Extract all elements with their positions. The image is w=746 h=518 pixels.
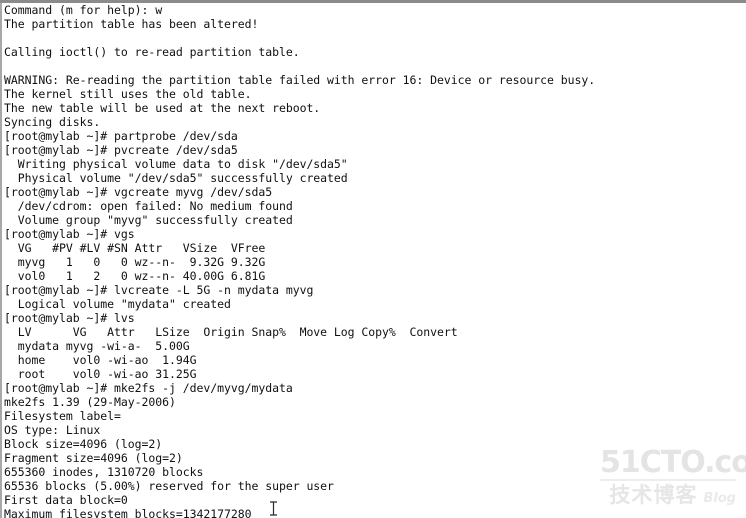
terminal-line: Calling ioctl() to re-read partition tab… bbox=[4, 45, 300, 59]
terminal-line: Block size=4096 (log=2) bbox=[4, 437, 163, 451]
terminal-line: [root@mylab ~]# partprobe /dev/sda bbox=[4, 129, 238, 143]
terminal-line: Fragment size=4096 (log=2) bbox=[4, 451, 183, 465]
terminal-window[interactable]: Command (m for help): w The partition tab… bbox=[0, 0, 746, 518]
terminal-line: OS type: Linux bbox=[4, 423, 101, 437]
terminal-line: mke2fs 1.39 (29-May-2006) bbox=[4, 395, 176, 409]
terminal-line: LV VG Attr LSize Origin Snap% Move Log C… bbox=[4, 325, 458, 339]
terminal-line: [root@mylab ~]# lvcreate -L 5G -n mydata… bbox=[4, 283, 314, 297]
window-left-border bbox=[0, 3, 2, 518]
terminal-line: mydata myvg -wi-a- 5.00G bbox=[4, 339, 190, 353]
terminal-line: VG #PV #LV #SN Attr VSize VFree bbox=[4, 241, 266, 255]
terminal-line: Syncing disks. bbox=[4, 115, 101, 129]
terminal-line: Command (m for help): w bbox=[4, 3, 163, 17]
terminal-line: WARNING: Re-reading the partition table … bbox=[4, 73, 596, 87]
terminal-line: [root@mylab ~]# vgs bbox=[4, 227, 135, 241]
terminal-line: [root@mylab ~]# mke2fs -j /dev/myvg/myda… bbox=[4, 381, 293, 395]
terminal-line: vol0 1 2 0 wz--n- 40.00G 6.81G bbox=[4, 269, 266, 283]
terminal-line: Maximum filesystem blocks=1342177280 bbox=[4, 507, 252, 518]
terminal-line: /dev/cdrom: open failed: No medium found bbox=[4, 199, 293, 213]
terminal-line: myvg 1 0 0 wz--n- 9.32G 9.32G bbox=[4, 255, 266, 269]
terminal-line: 65536 blocks (5.00%) reserved for the su… bbox=[4, 479, 334, 493]
terminal-line: Volume group "myvg" successfully created bbox=[4, 213, 293, 227]
terminal-line: Filesystem label= bbox=[4, 409, 121, 423]
terminal-line: [root@mylab ~]# vgcreate myvg /dev/sda5 bbox=[4, 185, 273, 199]
terminal-line: The new table will be used at the next r… bbox=[4, 101, 321, 115]
terminal-line: The partition table has been altered! bbox=[4, 17, 259, 31]
terminal-line: First data block=0 bbox=[4, 493, 128, 507]
terminal-line: root vol0 -wi-ao 31.25G bbox=[4, 367, 197, 381]
terminal-output-text[interactable]: Command (m for help): w The partition tab… bbox=[4, 3, 746, 518]
terminal-line: home vol0 -wi-ao 1.94G bbox=[4, 353, 197, 367]
terminal-line: Writing physical volume data to disk "/d… bbox=[4, 157, 348, 171]
terminal-line: [root@mylab ~]# lvs bbox=[4, 311, 135, 325]
terminal-line: [root@mylab ~]# pvcreate /dev/sda5 bbox=[4, 143, 238, 157]
terminal-line: The kernel still uses the old table. bbox=[4, 87, 252, 101]
terminal-line: Physical volume "/dev/sda5" successfully… bbox=[4, 171, 348, 185]
terminal-line: 655360 inodes, 1310720 blocks bbox=[4, 465, 204, 479]
terminal-line: Logical volume "mydata" created bbox=[4, 297, 231, 311]
